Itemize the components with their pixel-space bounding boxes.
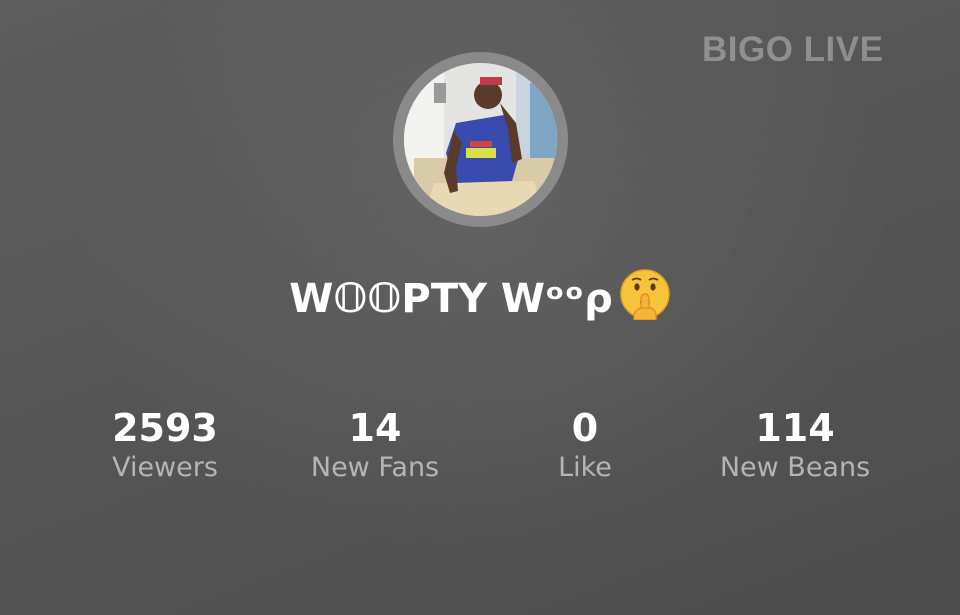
stat-like: 0 Like (475, 404, 695, 484)
stat-label: New Beans (719, 452, 871, 483)
avatar-photo (404, 63, 557, 216)
username-text: W𝕆𝕆PTY Wᵒᵒρ (289, 276, 613, 322)
stat-new-fans: 14 New Fans (265, 404, 485, 484)
stats-row: 2593 Viewers 14 New Fans 0 Like 114 New … (0, 404, 960, 494)
avatar[interactable] (393, 52, 568, 227)
username: W𝕆𝕆PTY Wᵒᵒρ (0, 268, 960, 330)
stat-value: 114 (755, 406, 835, 450)
stat-label: New Fans (310, 452, 440, 483)
stat-value: 0 (571, 406, 599, 450)
stat-value: 2593 (112, 406, 218, 450)
shushing-face-icon (619, 268, 671, 330)
stat-label: Viewers (112, 452, 218, 483)
stat-new-beans: 114 New Beans (685, 404, 905, 484)
bigo-live-watermark: BIGO LIVE (702, 30, 884, 69)
stat-viewers: 2593 Viewers (55, 404, 275, 484)
stat-label: Like (558, 452, 612, 483)
stat-value: 14 (348, 406, 402, 450)
